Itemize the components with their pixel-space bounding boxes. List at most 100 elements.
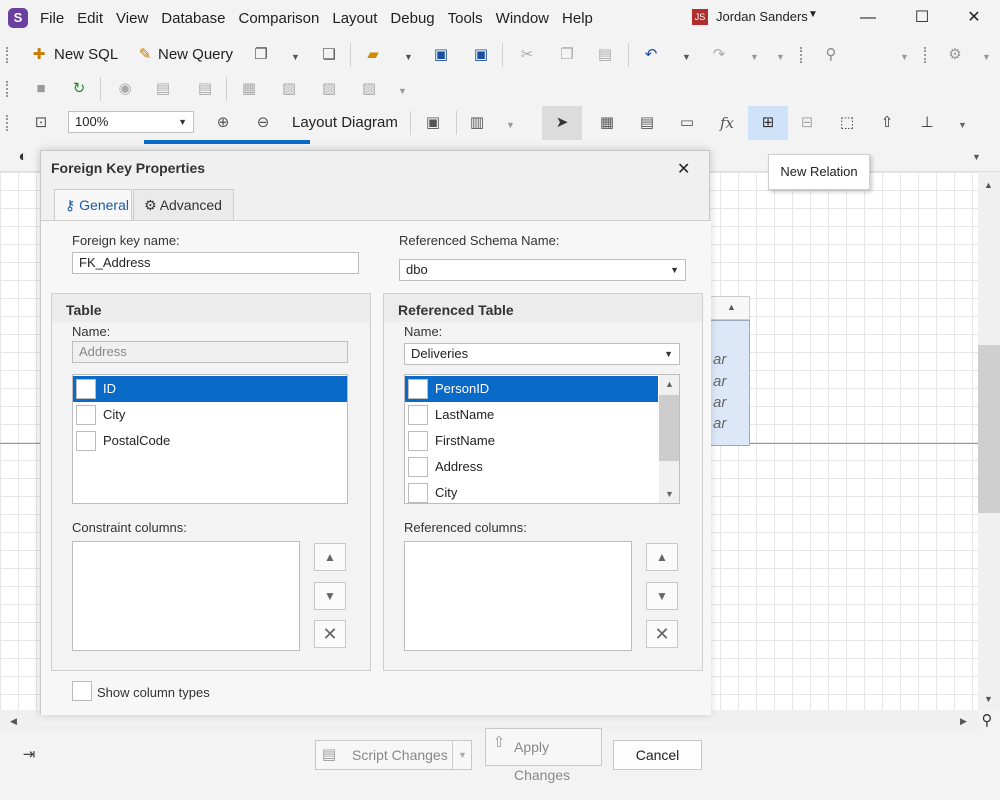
chevron-down-icon[interactable]: ▼ — [982, 52, 991, 62]
zoom-fit-icon[interactable]: ⊡ — [30, 112, 52, 134]
toolbar-grip[interactable] — [800, 47, 804, 63]
stamp-icon[interactable]: ⊥ — [916, 112, 938, 134]
chevron-down-icon[interactable]: ▼ — [682, 52, 691, 62]
diagram-overview-icon[interactable]: ▣ — [422, 112, 444, 134]
pointer-icon[interactable]: ➤ — [551, 112, 573, 134]
undo-icon[interactable]: ↶ — [640, 44, 662, 66]
new-query-icon[interactable]: ✎ — [134, 44, 156, 66]
chevron-down-icon[interactable]: ▼ — [178, 112, 187, 132]
chevron-down-icon[interactable]: ▼ — [808, 9, 818, 20]
scroll-up-icon[interactable]: ▲ — [984, 180, 993, 190]
zoom-out-icon[interactable]: ⊖ — [252, 112, 274, 134]
remove-button[interactable]: ✕ — [314, 620, 346, 648]
menu-database[interactable]: Database — [161, 10, 225, 27]
save-icon[interactable]: ▣ — [430, 44, 452, 66]
menu-file[interactable]: File — [40, 10, 64, 27]
checkbox[interactable] — [408, 405, 428, 425]
chevron-down-icon[interactable]: ▼ — [776, 52, 785, 62]
zoom-search-icon[interactable]: ⚲ — [976, 710, 998, 732]
move-up-button[interactable]: ▲ — [314, 543, 346, 571]
checkbox[interactable] — [76, 405, 96, 425]
chevron-down-icon[interactable]: ▼ — [664, 344, 673, 364]
relation-icon[interactable]: ⊞ — [757, 112, 779, 134]
new-file-icon[interactable]: ❏ — [318, 44, 340, 66]
table-add-icon[interactable]: ▦ — [238, 78, 260, 100]
new-query-button[interactable]: New Query — [158, 46, 233, 63]
menu-comparison[interactable]: Comparison — [239, 10, 320, 27]
chevron-down-icon[interactable]: ▼ — [750, 52, 759, 62]
chevron-down-icon[interactable]: ▼ — [404, 52, 413, 62]
database-tools-icon[interactable]: ⚙ — [944, 44, 966, 66]
move-down-button[interactable]: ▼ — [314, 582, 346, 610]
menu-view[interactable]: View — [116, 10, 148, 27]
checkbox[interactable] — [76, 431, 96, 451]
stop-icon[interactable]: ■ — [30, 78, 52, 100]
procedure-icon[interactable]: ▭ — [676, 112, 698, 134]
list-item[interactable]: PersonID — [405, 376, 658, 402]
layout-diagram-button[interactable]: Layout Diagram — [292, 114, 398, 131]
move-up-button[interactable]: ▲ — [646, 543, 678, 571]
menu-debug[interactable]: Debug — [390, 10, 434, 27]
apply-changes-button[interactable]: ⇧ Apply Changes — [485, 728, 602, 783]
tab-advanced[interactable]: ⚙ Advanced — [133, 189, 234, 221]
menu-window[interactable]: Window — [496, 10, 549, 27]
minimize-button[interactable]: — — [848, 4, 888, 32]
page-setup-icon[interactable]: ▥ — [466, 112, 488, 134]
scroll-up-icon[interactable]: ▲ — [665, 379, 674, 389]
toolbar-grip[interactable] — [6, 81, 10, 97]
new-document-icon[interactable]: ❐ — [250, 44, 272, 66]
diagram-tab-icon[interactable]: ◐ — [12, 146, 34, 168]
refresh-icon[interactable]: ↻ — [68, 78, 90, 100]
ref-columns-list[interactable]: PersonID LastName FirstName Address City — [404, 374, 680, 504]
chevron-down-icon[interactable]: ▼ — [458, 741, 467, 769]
show-column-types-checkbox[interactable] — [72, 681, 92, 701]
show-column-types-label[interactable]: Show column types — [97, 685, 210, 700]
chevron-down-icon[interactable]: ▼ — [972, 152, 981, 162]
toolbar-grip[interactable] — [924, 47, 928, 63]
redo-icon[interactable]: ↷ — [708, 44, 730, 66]
remove-button[interactable]: ✕ — [646, 620, 678, 648]
dialog-close-button[interactable]: ✕ — [677, 159, 690, 179]
chevron-down-icon[interactable]: ▼ — [670, 260, 679, 280]
list-scroll-thumb[interactable] — [659, 395, 679, 461]
virtual-relation-icon[interactable]: ⊟ — [796, 112, 818, 134]
connect-icon[interactable]: ⚲ — [820, 44, 842, 66]
vertical-scroll-thumb[interactable] — [978, 345, 1000, 513]
referenced-columns-list[interactable] — [404, 541, 632, 651]
user-avatar[interactable]: JS — [692, 9, 708, 25]
fk-name-input[interactable]: FK_Address — [72, 252, 359, 274]
table-columns-list[interactable]: ID City PostalCode — [72, 374, 348, 504]
function-icon[interactable]: fx — [716, 112, 738, 134]
checkbox[interactable] — [76, 379, 96, 399]
list-item[interactable]: FirstName — [405, 428, 658, 454]
cut-icon[interactable]: ✂ — [516, 44, 538, 66]
image-stack-icon[interactable]: ▨ — [358, 78, 380, 100]
chevron-down-icon[interactable]: ▼ — [506, 120, 515, 130]
constraint-columns-list[interactable] — [72, 541, 300, 651]
menu-layout[interactable]: Layout — [332, 10, 377, 27]
active-tab-indicator[interactable] — [144, 140, 310, 144]
chevron-down-icon[interactable]: ▼ — [291, 52, 300, 62]
entity-header[interactable]: ▲ — [710, 296, 750, 320]
image-edit-icon[interactable]: ▨ — [318, 78, 340, 100]
chevron-down-icon[interactable]: ▼ — [958, 120, 967, 130]
new-sql-button[interactable]: New SQL — [54, 46, 118, 63]
cancel-button[interactable]: Cancel — [613, 740, 702, 770]
user-name[interactable]: Jordan Sanders — [716, 9, 808, 24]
list-item[interactable]: City — [405, 480, 658, 503]
scroll-right-icon[interactable]: ▶ — [960, 716, 967, 727]
paste-icon[interactable]: ▤ — [594, 44, 616, 66]
maximize-button[interactable]: ☐ — [902, 4, 942, 32]
table-icon[interactable]: ▦ — [596, 112, 618, 134]
copy-icon[interactable]: ❐ — [556, 44, 578, 66]
zoom-in-icon[interactable]: ⊕ — [212, 112, 234, 134]
menu-help[interactable]: Help — [562, 10, 593, 27]
scroll-left-icon[interactable]: ◀ — [10, 716, 17, 727]
open-folder-icon[interactable]: ▰ — [362, 44, 384, 66]
checkbox[interactable] — [408, 379, 428, 399]
close-window-button[interactable]: ✕ — [954, 4, 994, 32]
zoom-combo[interactable]: 100% ▼ — [68, 111, 194, 133]
entity-shape[interactable]: ar ar ar ar — [710, 320, 750, 446]
scroll-down-icon[interactable]: ▼ — [984, 694, 993, 704]
script-changes-button[interactable]: ▤ Script Changes ▼ — [315, 740, 472, 770]
